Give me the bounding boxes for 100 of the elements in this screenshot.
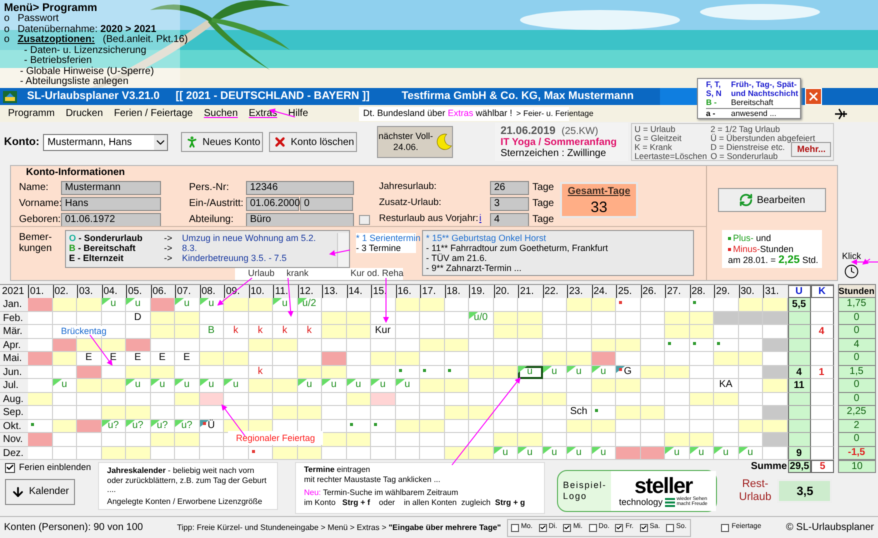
hours-cell: 0 bbox=[838, 433, 876, 446]
appointment-text: * 15** Geburtstag Onkel Horst bbox=[426, 233, 548, 243]
note-text: Neu: Termin-Suche im wählbarem Zeitraum bbox=[304, 488, 460, 498]
month-label: Aug. bbox=[0, 392, 28, 406]
note-code: F, T, bbox=[706, 80, 722, 89]
unit-label: Tage bbox=[532, 213, 554, 227]
hours-balance: am 28.01. = 2,25 Std. bbox=[728, 254, 820, 266]
hours-total: 10 bbox=[838, 460, 876, 473]
minus-text: Minus-Stunden bbox=[733, 244, 794, 254]
legend-entry: K = Krank bbox=[634, 143, 672, 152]
month-label: Mai. bbox=[0, 352, 28, 366]
zodiac-text: Sternzeichen : Zwillinge bbox=[500, 148, 606, 158]
date-text: 21.06.2019 bbox=[500, 126, 556, 136]
sick-sum-cell: 4 bbox=[810, 325, 834, 338]
appointment-text: - 11** Fahrradtour zum Goetheturm, Frankfurt bbox=[426, 243, 609, 253]
month-label: Jul. bbox=[0, 379, 28, 392]
bridge-day-tooltip: Brückentag bbox=[60, 326, 108, 336]
legend-entry: G = Gleitzeit bbox=[634, 134, 682, 143]
legend-entry: O = Sonderurlaub bbox=[710, 152, 778, 161]
hours-cell: 2,25 bbox=[838, 406, 876, 420]
unit-label: Tage bbox=[532, 181, 554, 195]
hint-text: Dt. Bundesland über Extras wählbar ! bbox=[363, 106, 512, 120]
note-desc: anwesend ... bbox=[731, 109, 776, 118]
note-code: a - bbox=[706, 109, 716, 118]
column-header: U bbox=[788, 285, 810, 298]
hours-cell: 1,75 bbox=[838, 298, 876, 312]
remark-text: Umzug in neue Wohnung am 5.2. bbox=[182, 233, 316, 243]
legend-entry: Leertaste=Löschen bbox=[634, 152, 707, 161]
month-label: Nov. bbox=[0, 433, 28, 446]
window-title: Testfirma GmbH & Co. KG, Max Mustermann bbox=[402, 89, 634, 104]
annotation-label: Urlaub bbox=[248, 267, 275, 280]
hours-cell: 0 bbox=[838, 325, 876, 338]
remarks-label: Bemer- kungen bbox=[19, 231, 53, 256]
tip-text: Tipp: Freie Kürzel- und Stundeneingabe > Menü > Extras > "Eingabe über mehrere Tage" bbox=[176, 522, 501, 534]
week-text: (25.KW) bbox=[562, 126, 598, 136]
note-code: B - bbox=[706, 98, 718, 107]
field-label: Konto: bbox=[4, 134, 40, 150]
month-label: Apr. bbox=[0, 338, 28, 352]
month-label: Feb. bbox=[0, 312, 28, 325]
month-label: Jan. bbox=[0, 298, 28, 312]
remark-text: Kinderbetreuung 3.5. - 7.5 bbox=[182, 253, 287, 263]
rest-vacation-label: Rest- Urlaub bbox=[739, 478, 772, 504]
annotation-label: Kur od. Reha bbox=[350, 267, 404, 280]
field-label: Pers.-Nr: bbox=[189, 181, 230, 195]
field-label: Abteilung: bbox=[189, 213, 234, 227]
month-label: Jun. bbox=[0, 366, 28, 379]
vacation-sum-cell: 11 bbox=[788, 379, 810, 392]
sum-label: Summe bbox=[750, 460, 788, 473]
event-text: IT Yoga / Sommeranfang bbox=[500, 136, 618, 148]
hours-cell: 0 bbox=[838, 312, 876, 325]
column-header: K bbox=[810, 285, 834, 298]
menu-title: Menü> Programm bbox=[4, 2, 98, 14]
vacation-total: 29,5 bbox=[788, 460, 811, 473]
field-label: Resturlaub aus Vorjahr:i bbox=[379, 212, 482, 226]
hours-cell: 4 bbox=[838, 338, 876, 352]
field-label: Ein-/Austritt: bbox=[189, 197, 244, 211]
remark-arrow: -> bbox=[164, 233, 174, 243]
sample-logo-text: Beispiel- Logo bbox=[563, 480, 607, 502]
remark-text: 8.3. bbox=[182, 243, 198, 253]
field-label: Vorname: bbox=[19, 197, 61, 211]
note-code: S, N bbox=[706, 89, 723, 98]
remark-label: B - Bereitschaft bbox=[69, 243, 137, 253]
bullet: o bbox=[4, 14, 10, 24]
copyright-text: © SL-Urlaubsplaner bbox=[786, 521, 874, 535]
series-text: - 3 Termine bbox=[356, 243, 402, 253]
note-desc: Bereitschaft bbox=[731, 98, 774, 107]
field-label: Jahresurlaub: bbox=[379, 180, 438, 194]
remark-arrow: -> bbox=[164, 243, 174, 253]
vacation-sum-cell: 5,5 bbox=[788, 298, 810, 312]
legend-entry: U = Urlaub bbox=[634, 125, 676, 134]
hours-cell: 2 bbox=[838, 420, 876, 433]
legend-entry: D = Dienstreise etc. bbox=[710, 143, 785, 152]
checkbox-label: Ferien einblenden bbox=[19, 461, 92, 474]
note-desc: Früh-, Tag-, Spät- bbox=[731, 80, 797, 89]
month-label: Okt. bbox=[0, 420, 28, 433]
note-text: Angelegte Konten / Erworbene Lizenzgröße bbox=[107, 496, 264, 506]
logo-brand: steller bbox=[634, 474, 692, 496]
rest-vacation-value: 3,5 bbox=[777, 479, 832, 503]
sick-total: 5 bbox=[811, 460, 834, 473]
month-label: Sep. bbox=[0, 406, 28, 420]
remark-arrow: -> bbox=[164, 253, 174, 263]
note-text: Termine eintragen bbox=[304, 465, 372, 474]
total-days-value: 33 bbox=[590, 199, 608, 216]
field-label: Zusatz-Urlaub: bbox=[379, 196, 442, 210]
note-text: Jahreskalender - beliebig weit nach vorn oder zurückblättern, z.B. zum Tag der Geburt .... bbox=[107, 466, 268, 494]
remark-label: O - Sonderurlaub bbox=[69, 233, 144, 243]
annotation-label: Klick bbox=[842, 250, 862, 263]
legend-entry: Ü = Überstunden abgefeiert bbox=[710, 134, 816, 143]
regional-holiday-tooltip: Regionaler Feiertag bbox=[228, 431, 323, 445]
hours-cell: -1,5 bbox=[838, 446, 876, 460]
hours-cell: 0 bbox=[838, 352, 876, 366]
note-text: mit rechter Maustaste Tag anklicken ... bbox=[304, 474, 442, 484]
window-title: [[ 2021 - DEUTSCHLAND - BAYERN ]] bbox=[176, 89, 370, 104]
hours-cell: 0 bbox=[838, 379, 876, 392]
appointment-text: - 9** Zahnarzt-Termin ... bbox=[426, 263, 523, 273]
window-title: SL-Urlaubsplaner V3.21.0 bbox=[27, 89, 160, 104]
note-text: im Konto Strg + f oder in allen Konten zugleich Strg + g bbox=[304, 498, 526, 507]
legend-entry: 2 = 1/2 Tag Urlaub bbox=[710, 125, 780, 134]
unit-label: Tage bbox=[532, 197, 554, 211]
logo-subtitle: technology bbox=[619, 497, 663, 507]
